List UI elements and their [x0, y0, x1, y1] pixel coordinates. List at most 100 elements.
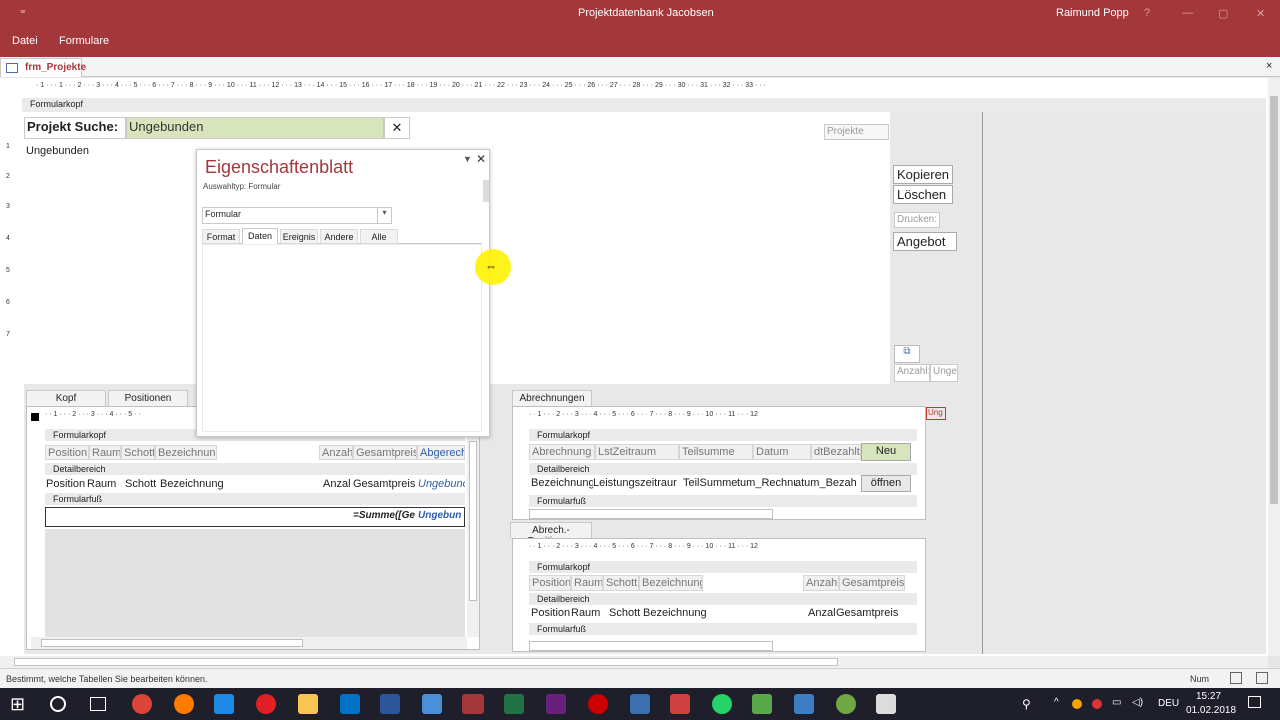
edge-icon[interactable]: [214, 694, 234, 714]
design-view-icon[interactable]: [1256, 672, 1268, 684]
detail-abgerechnet[interactable]: Ungebunc: [418, 478, 465, 490]
pen-tool-icon[interactable]: [422, 694, 442, 714]
dropdown-arrow-icon[interactable]: ▼: [463, 154, 472, 164]
kopieren-button[interactable]: Kopieren: [893, 165, 953, 184]
hdr-schott[interactable]: Schott: [121, 445, 155, 460]
abrechnungen-subform[interactable]: · · 1 · · · 2 · · · 3 · · · 4 · · · 5 · …: [512, 406, 926, 520]
access-icon[interactable]: [462, 694, 484, 714]
oeffnen-button[interactable]: öffnen: [861, 475, 911, 492]
detail-bezeichnung[interactable]: Bezeichnung: [160, 478, 240, 490]
help-icon[interactable]: ?: [1144, 7, 1150, 19]
abp-detail-bezeichnung[interactable]: Bezeichnung: [643, 607, 723, 619]
detail-leistungszeitraum[interactable]: Leistungszeitraur: [593, 477, 677, 489]
tray-chevron-icon[interactable]: ^: [1054, 697, 1059, 708]
abr-section-formularkopf[interactable]: Formularkopf: [529, 429, 917, 441]
opera-icon[interactable]: [256, 694, 276, 714]
volume-icon[interactable]: ◁): [1132, 697, 1143, 708]
abp-hdr-raum[interactable]: Raum: [571, 575, 603, 591]
tab-kopf[interactable]: Kopf: [26, 390, 106, 406]
abp-detail-raum[interactable]: Raum: [571, 607, 605, 619]
abp-hdr-schott[interactable]: Schott: [603, 575, 639, 591]
main-hscrollbar[interactable]: [0, 656, 1268, 668]
projekte-label[interactable]: Projekte: [824, 124, 889, 140]
hdr-abrechnung[interactable]: Abrechnung: [529, 444, 595, 460]
tab-abrech-positionen[interactable]: Abrech.-Positionen: [510, 522, 592, 547]
abr-hscroll-thumb[interactable]: [529, 509, 773, 519]
abp-hdr-position[interactable]: Position: [529, 575, 571, 591]
ps-tab-daten[interactable]: Daten: [242, 228, 278, 244]
abp-section-detailbereich[interactable]: Detailbereich: [529, 593, 917, 605]
tab-positionen[interactable]: Positionen: [108, 390, 188, 406]
close-tab-icon[interactable]: ×: [1266, 60, 1272, 72]
green-app-icon[interactable]: [836, 694, 856, 714]
detail-raum[interactable]: Raum: [87, 478, 121, 490]
main-hscroll-thumb[interactable]: [14, 658, 838, 666]
hdr-teilsumme[interactable]: Teilsumme: [679, 444, 753, 460]
footer-sum-value[interactable]: Ungebun: [418, 510, 465, 521]
copy-icon[interactable]: ⧉: [894, 345, 920, 363]
detail-datum-bezahlt[interactable]: atum_Bezah: [795, 477, 857, 489]
abrech-positionen-subform[interactable]: · · 1 · · · 2 · · · 3 · · · 4 · · · 5 · …: [512, 538, 926, 652]
hdr-datum[interactable]: Datum: [753, 444, 811, 460]
menu-formulare[interactable]: Formulare: [59, 35, 109, 47]
notifications-icon[interactable]: [1248, 696, 1261, 708]
ps-tab-andere[interactable]: Andere: [320, 229, 358, 244]
detail-gesamtpreis[interactable]: Gesamtpreis: [353, 478, 417, 490]
form-view-icon[interactable]: [1230, 672, 1242, 684]
detail-teilsumme[interactable]: TeilSumme: [683, 477, 739, 489]
explorer-icon[interactable]: [298, 694, 318, 714]
abp-detail-anzahl[interactable]: Anzal: [808, 607, 836, 619]
hdr-raum[interactable]: Raum: [89, 445, 121, 460]
loeschen-button[interactable]: Löschen: [893, 185, 953, 204]
detail-anzahl[interactable]: Anzal: [323, 478, 351, 490]
anzahl-label[interactable]: Anzahl:: [894, 364, 930, 382]
windows-start-icon[interactable]: ⊞: [10, 694, 30, 714]
clock-date[interactable]: 01.02.2018: [1186, 705, 1236, 716]
sub-section-formularfuss[interactable]: Formularfuß: [45, 493, 465, 505]
snipping-icon[interactable]: [670, 694, 690, 714]
tab-abrechnungen[interactable]: Abrechnungen: [512, 390, 592, 406]
tray-app-icon[interactable]: [1072, 699, 1082, 709]
app-icon[interactable]: [794, 694, 814, 714]
clear-search-button[interactable]: ✕: [384, 117, 410, 139]
abp-hdr-bezeichnung[interactable]: Bezeichnung: [639, 575, 703, 591]
ps-properties-list[interactable]: [202, 244, 482, 432]
ps-tab-alle[interactable]: Alle: [360, 229, 398, 244]
positionen-subform[interactable]: · · 1 · · · 2 · · · 3 · · · 4 · · · 5 · …: [26, 406, 480, 650]
hdr-position[interactable]: Position: [45, 445, 89, 460]
ps-scroll-thumb[interactable]: [483, 180, 489, 202]
firefox-icon[interactable]: [174, 694, 194, 714]
abp-section-formularkopf[interactable]: Formularkopf: [529, 561, 917, 573]
chrome-icon[interactable]: [132, 694, 152, 714]
main-scroll-thumb[interactable]: [1270, 96, 1278, 504]
detail-position[interactable]: Position: [46, 478, 88, 490]
section-formularkopf[interactable]: Formularkopf: [22, 98, 1266, 112]
detail-bezeichnung-abr[interactable]: Bezeichnung: [531, 477, 593, 489]
detail-datum-rechnung[interactable]: tum_Rechnu: [737, 477, 797, 489]
tab-frm-projekte[interactable]: frm_Projekte: [0, 58, 86, 77]
search-combobox[interactable]: Ungebunden: [126, 117, 384, 139]
hdr-gesamtpreis[interactable]: Gesamtpreis: [353, 445, 417, 460]
abp-section-formularfuss[interactable]: Formularfuß: [529, 623, 917, 635]
abp-detail-position[interactable]: Position: [531, 607, 571, 619]
minimize-icon[interactable]: —: [1182, 7, 1193, 19]
abp-hdr-anzahl[interactable]: Anzahl: [803, 575, 839, 591]
remote-desktop-icon[interactable]: [630, 694, 650, 714]
people-icon[interactable]: ⚲: [1022, 697, 1031, 711]
abp-detail-gesamtpreis[interactable]: Gesamtpreis: [836, 607, 904, 619]
close-property-sheet-icon[interactable]: ✕: [476, 152, 486, 166]
word-icon[interactable]: [380, 694, 400, 714]
whatsapp-icon[interactable]: [712, 694, 732, 714]
neu-button[interactable]: Neu: [861, 443, 911, 461]
main-vertical-scrollbar[interactable]: [1268, 78, 1280, 656]
recorder-icon[interactable]: [588, 694, 608, 714]
excel-icon[interactable]: [504, 694, 524, 714]
combo-chevron-icon[interactable]: ▾: [377, 208, 391, 223]
visual-studio-icon[interactable]: [546, 694, 566, 714]
sub-section-detailbereich[interactable]: Detailbereich: [45, 463, 465, 475]
unbound-textbox[interactable]: Ungebunden: [26, 145, 89, 157]
hdr-dtbezahlt[interactable]: dtBezahlt: [811, 444, 861, 460]
drucken-label[interactable]: Drucken:: [894, 212, 940, 228]
sub-hscrollbar[interactable]: [31, 637, 467, 649]
close-window-icon[interactable]: ✕: [1256, 7, 1265, 20]
